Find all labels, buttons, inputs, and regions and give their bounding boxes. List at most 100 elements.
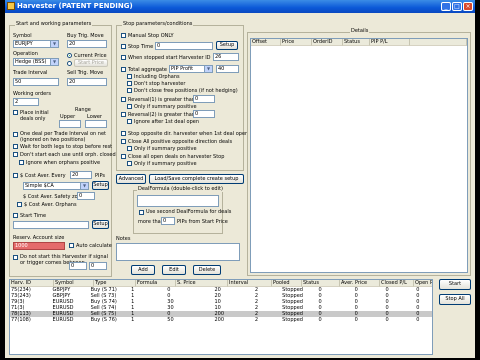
harvester-table[interactable]: Harv. ID Symbol Type Formula S. Price Interva…	[9, 279, 433, 355]
details-col-header[interactable]: Status	[343, 39, 370, 46]
edit-button[interactable]: Edit	[162, 265, 186, 275]
reserve-input[interactable]: 1000	[13, 242, 65, 250]
dcost-checkbox[interactable]	[13, 173, 18, 178]
start-time-label: Start Time	[20, 213, 47, 219]
start-price-radio[interactable]	[67, 61, 72, 66]
orphans-checkbox[interactable]	[17, 202, 22, 207]
table-col-header[interactable]: Aver. Price	[340, 280, 380, 287]
notes-input[interactable]	[116, 243, 240, 261]
dca-mode-select[interactable]: Simple $CA ▼	[23, 182, 89, 190]
range-lower-input[interactable]	[85, 120, 107, 128]
pips-from-label: PIPs from Start Price	[177, 219, 228, 225]
including-orphans-checkbox[interactable]	[127, 74, 132, 79]
title-bar[interactable]: Harvester (PATENT PENDING) _ □ ×	[5, 0, 475, 13]
manual-stop-checkbox[interactable]	[121, 33, 126, 38]
one-deal-label: One deal per Trade Interval on net (igno…	[20, 131, 106, 143]
reversal1-checkbox[interactable]	[121, 97, 126, 102]
trade-interval-input[interactable]: 50	[13, 78, 59, 86]
table-col-header[interactable]: S. Price	[176, 280, 228, 287]
dealformula-input[interactable]	[137, 195, 219, 207]
table-col-header[interactable]: Type	[94, 280, 136, 287]
close-button[interactable]: ×	[463, 2, 473, 11]
when-stopped-label: When stopped start Harvester ID	[128, 55, 211, 61]
buy-trig-input[interactable]: 20	[67, 40, 107, 48]
reversal2-input[interactable]: 0	[193, 110, 215, 118]
stop-time-input[interactable]: 0	[155, 42, 213, 50]
auto-calc-checkbox[interactable]	[69, 243, 74, 248]
load-save-setup-button[interactable]: Load/Save complete create setup	[149, 174, 244, 184]
stop-all-button[interactable]: Stop All	[439, 294, 471, 305]
details-list[interactable]: Offset Price OrderID Status PIP P/L	[250, 38, 468, 273]
time-to-input[interactable]: 0	[89, 262, 107, 270]
total-agg-input[interactable]: 40	[216, 65, 239, 73]
dca-setup-button[interactable]: Setup	[92, 181, 109, 190]
table-col-header[interactable]: Pooled	[272, 280, 302, 287]
table-cell: EURUSD	[52, 317, 74, 323]
only-if-summary1-checkbox[interactable]	[127, 104, 132, 109]
table-col-header[interactable]: Interval	[228, 280, 272, 287]
table-row[interactable]: 77(108) EURUSD Buy (S 76) 1 50 200 2 Stopped 0 0 0…	[10, 317, 432, 323]
details-col-header[interactable]: Offset	[251, 39, 281, 46]
working-orders-input[interactable]: 2	[13, 98, 39, 106]
delete-button[interactable]: Delete	[193, 265, 221, 275]
details-col-header[interactable]: OrderID	[312, 39, 343, 46]
dont-stop-harvester-checkbox[interactable]	[127, 81, 132, 86]
details-header-filler	[410, 39, 467, 46]
stop-opposite-checkbox[interactable]	[121, 131, 126, 136]
buy-trig-label: Buy Trig. Move	[67, 33, 104, 39]
more-than-input[interactable]: 0	[161, 217, 175, 225]
total-agg-checkbox[interactable]	[121, 67, 126, 72]
maximize-button[interactable]: □	[452, 2, 462, 11]
reversal2-checkbox[interactable]	[121, 112, 126, 117]
operation-select[interactable]: Hedge (BSS) ▼	[13, 58, 59, 66]
current-price-radio[interactable]	[67, 53, 72, 58]
only-if-summary3-checkbox[interactable]	[127, 161, 132, 166]
use-second-checkbox[interactable]	[139, 210, 144, 215]
close-all-open-checkbox[interactable]	[121, 154, 126, 159]
start-button[interactable]: Start	[439, 279, 471, 290]
close-all-positive-checkbox[interactable]	[121, 139, 126, 144]
table-col-header[interactable]: Open P/L	[414, 280, 432, 287]
wait-both-legs-checkbox[interactable]	[13, 144, 18, 149]
minimize-button[interactable]: _	[441, 2, 451, 11]
table-col-header[interactable]: Status	[302, 280, 340, 287]
sell-trig-input[interactable]: 20	[67, 78, 107, 86]
details-col-header[interactable]: Price	[281, 39, 312, 46]
only-if-summary2-checkbox[interactable]	[127, 146, 132, 151]
table-cell: 0	[385, 317, 389, 323]
total-agg-select[interactable]: PIP Profit ▼	[169, 65, 213, 73]
start-time-checkbox[interactable]	[13, 213, 18, 218]
reversal1-label: Reversal(1) is greater than	[128, 97, 196, 103]
stop-time-setup-button[interactable]: Setup	[216, 41, 238, 50]
no-start-checkbox[interactable]	[13, 255, 18, 260]
safety-zone-input[interactable]: 0	[77, 192, 95, 200]
start-time-input[interactable]	[13, 221, 89, 229]
one-deal-checkbox[interactable]	[13, 132, 18, 137]
table-col-header[interactable]: Symbol	[54, 280, 94, 287]
table-col-header[interactable]: Harv. ID	[10, 280, 54, 287]
table-cell: 1	[131, 317, 135, 323]
start-price-button[interactable]: Start Price	[74, 59, 108, 67]
when-stopped-checkbox[interactable]	[121, 55, 126, 60]
ignore-orphans-label: Ignore when orphans positive	[26, 160, 101, 166]
stop-time-checkbox[interactable]	[121, 44, 126, 49]
dont-start-checkbox[interactable]	[13, 152, 18, 157]
ignore-after-checkbox[interactable]	[127, 119, 132, 124]
place-initial-checkbox[interactable]	[13, 110, 18, 115]
dont-close-free-checkbox[interactable]	[127, 88, 132, 93]
time-from-input[interactable]: 0	[69, 262, 87, 270]
details-col-header[interactable]: PIP P/L	[370, 39, 410, 46]
start-time-setup-button[interactable]: Setup	[92, 220, 109, 229]
ignore-orphans-checkbox[interactable]	[19, 160, 24, 165]
table-col-header[interactable]: Formula	[136, 280, 176, 287]
dcost-input[interactable]: 20	[70, 171, 92, 179]
when-stopped-input[interactable]: 26	[213, 53, 239, 61]
table-col-header[interactable]: Closed P/L	[380, 280, 414, 287]
range-upper-input[interactable]	[59, 120, 81, 128]
add-button[interactable]: Add	[131, 265, 155, 275]
deals-only-label: deals only	[20, 116, 46, 122]
symbol-select[interactable]: EURJPY ▼	[13, 40, 59, 48]
sell-trig-label: Sell Trig. Move	[67, 70, 104, 76]
advanced-button[interactable]: Advanced	[116, 174, 146, 184]
reversal1-input[interactable]: 0	[193, 95, 215, 103]
